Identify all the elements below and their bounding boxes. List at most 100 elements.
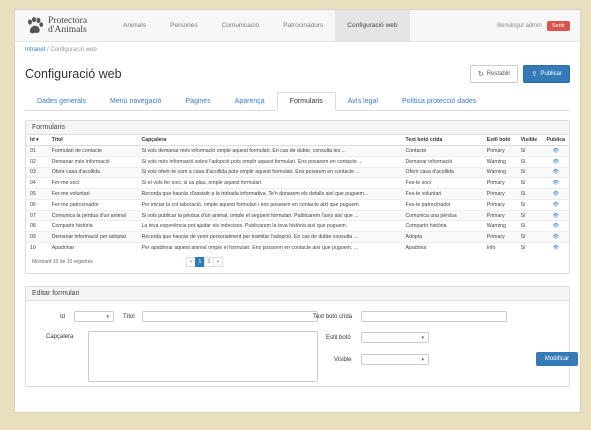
edit-panel-title: Editar formulari — [26, 286, 569, 301]
eye-icon[interactable]: 👁 — [542, 188, 569, 200]
row-header: La teva experiència pot ajudar els indec… — [137, 220, 402, 232]
eye-icon[interactable]: 👁 — [542, 198, 569, 211]
row-style: Warning — [482, 155, 517, 168]
table-row[interactable]: 01 Formulari de contacte Si vols demanar m… — [26, 145, 569, 157]
style-select[interactable]: ▾ — [361, 331, 429, 343]
breadcrumb: Intranet / Configuració web — [15, 42, 580, 58]
eye-icon[interactable]: 👁 — [542, 177, 569, 189]
col-header-visible[interactable]: Visible — [516, 135, 543, 146]
cta-label: Text botó crida — [313, 313, 353, 320]
publish-label: Publicar — [540, 71, 562, 77]
row-header: Si vols més informació sobre l'adopció p… — [137, 155, 402, 168]
modify-button[interactable]: Modificar — [536, 351, 578, 366]
row-id: 08 — [26, 220, 48, 232]
table-row[interactable]: 07 Comunica la pèrdua d'un animal Si vols … — [26, 209, 569, 221]
nav-item-animals[interactable]: Animals — [111, 10, 158, 41]
table-row[interactable]: 05 Fer-me voluntari Recorda que hauràs d'a… — [26, 188, 569, 200]
tab-politica-proteccio-dades[interactable]: Política protecció dades — [390, 92, 488, 110]
logo-line-2: d'Animals — [48, 24, 87, 35]
row-title: Demanar informació per adoptar — [47, 231, 138, 243]
table-row[interactable]: 10 Apadrinar Per apadrinar aquest animal o… — [26, 242, 569, 253]
eye-icon[interactable]: 👁 — [542, 242, 569, 253]
sort-desc-icon: ▾ — [36, 137, 39, 143]
eye-icon[interactable]: 👁 — [542, 231, 569, 243]
table-row[interactable]: 03 Oferir casa d'acollida Si vols oferir-t… — [26, 166, 569, 178]
eye-icon[interactable]: 👁 — [542, 209, 569, 221]
header-label: Capçalera — [46, 333, 74, 340]
col-header-publish[interactable]: Publica — [542, 135, 569, 146]
nav-item-persones[interactable]: Persones — [158, 10, 209, 41]
row-cta: Compartir història — [401, 220, 483, 232]
table-header-row: Id ▾ Títol Capçalera Text botó crida Est… — [26, 135, 569, 146]
row-id: 04 — [26, 177, 48, 189]
nav-item-patrocinadors[interactable]: Patrocinadors — [271, 10, 335, 41]
tab-aparenca[interactable]: Aparença — [223, 92, 277, 110]
row-cta: Fes-te voluntari — [401, 188, 483, 200]
cta-input[interactable] — [361, 310, 507, 322]
row-cta: Apadrina — [401, 242, 483, 253]
row-cta: Fes-te soci — [401, 177, 483, 189]
id-select[interactable]: ▾ — [74, 310, 114, 322]
row-visible: Sí — [516, 231, 543, 243]
row-header: Recorda que hauràs de venir personalment… — [137, 231, 402, 243]
row-title: Oferir casa d'acollida — [47, 166, 138, 178]
breadcrumb-separator: / — [47, 47, 49, 53]
refresh-icon: ↻ — [477, 71, 484, 78]
row-visible: Sí — [516, 177, 543, 189]
eye-icon[interactable]: 👁 — [542, 155, 569, 168]
nav-item-comunicacio[interactable]: Comunicació — [210, 10, 272, 41]
row-header: Per apadrinar aquest animal omple el for… — [137, 242, 402, 253]
tab-avis-legal[interactable]: Avís legal — [336, 92, 390, 110]
table-row[interactable]: 06 Fer-me patrocinador Per iniciar la col·… — [26, 198, 569, 211]
title-input[interactable] — [142, 310, 318, 322]
page-title: Configuració web — [25, 67, 122, 81]
logout-button[interactable]: Sortir — [546, 20, 570, 31]
col-header-style[interactable]: Estil botó — [482, 135, 517, 146]
row-style: Primary — [482, 231, 517, 243]
paw-icon — [28, 16, 43, 33]
row-header: Si vols oferir-te com a casa d'acollida … — [137, 166, 402, 178]
visible-select[interactable]: ▾ — [361, 353, 429, 365]
row-visible: Sí — [516, 155, 543, 168]
row-style: Primary — [482, 198, 517, 211]
tab-pagines[interactable]: Pàgines — [173, 92, 222, 110]
table-row[interactable]: 02 Demanar més informació Si vols més info… — [26, 155, 569, 168]
logo[interactable]: Protectora d'Animals — [25, 16, 107, 36]
col-header-id[interactable]: Id ▾ — [26, 135, 48, 146]
welcome-text: Benvingut admin — [497, 22, 542, 29]
row-style: Primary — [482, 177, 517, 189]
col-header-title[interactable]: Títol — [47, 135, 138, 146]
upload-icon: ⇪ — [531, 71, 538, 78]
row-style: Primary — [482, 145, 517, 157]
breadcrumb-home[interactable]: Intranet — [25, 47, 45, 53]
row-title: Comunica la pèrdua d'un animal — [47, 209, 138, 221]
col-header-cta[interactable]: Text botó crida — [401, 135, 483, 146]
publish-button[interactable]: ⇪ Publicar — [523, 65, 570, 83]
eye-icon[interactable]: 👁 — [542, 145, 569, 157]
top-navbar: Protectora d'Animals Animals Persones Co… — [15, 10, 580, 42]
table-row[interactable]: 04 Fer-me soci Si et vols fer soci, si us … — [26, 177, 569, 189]
row-cta: Adopta — [401, 231, 483, 243]
records-count: Mostrant 10 de 10 registres — [32, 258, 93, 265]
row-title: Fer-me patrocinador — [47, 198, 138, 211]
tab-menu-navegacio[interactable]: Menú navegació — [98, 92, 173, 110]
table-row[interactable]: 08 Compartir història La teva experiència … — [26, 220, 569, 232]
page-next-button[interactable]: » — [212, 256, 223, 267]
eye-icon[interactable]: 👁 — [542, 166, 569, 178]
nav-item-configuracio-web[interactable]: Configuració web — [335, 10, 410, 41]
tab-dades-generals[interactable]: Dades generals — [25, 92, 98, 110]
table-row[interactable]: 09 Demanar informació per adoptar Recorda … — [26, 231, 569, 243]
row-visible: Sí — [516, 220, 543, 232]
eye-icon[interactable]: 👁 — [542, 220, 569, 232]
row-header: Si vols publicar la pèrdua d'un animal, … — [137, 209, 402, 221]
row-visible: Sí — [516, 166, 543, 178]
tab-formularis[interactable]: Formularis — [276, 92, 336, 111]
header-textarea[interactable] — [88, 330, 318, 382]
chevron-down-icon: ▾ — [421, 356, 424, 363]
row-style: Warning — [482, 220, 517, 232]
row-cta: Oferir casa d'acollida — [401, 166, 483, 178]
col-header-header[interactable]: Capçalera — [137, 135, 402, 146]
forms-table: Id ▾ Títol Capçalera Text botó crida Est… — [26, 135, 569, 253]
restore-label: Restablir — [486, 71, 511, 77]
restore-button[interactable]: ↻ Restablir — [469, 65, 519, 83]
